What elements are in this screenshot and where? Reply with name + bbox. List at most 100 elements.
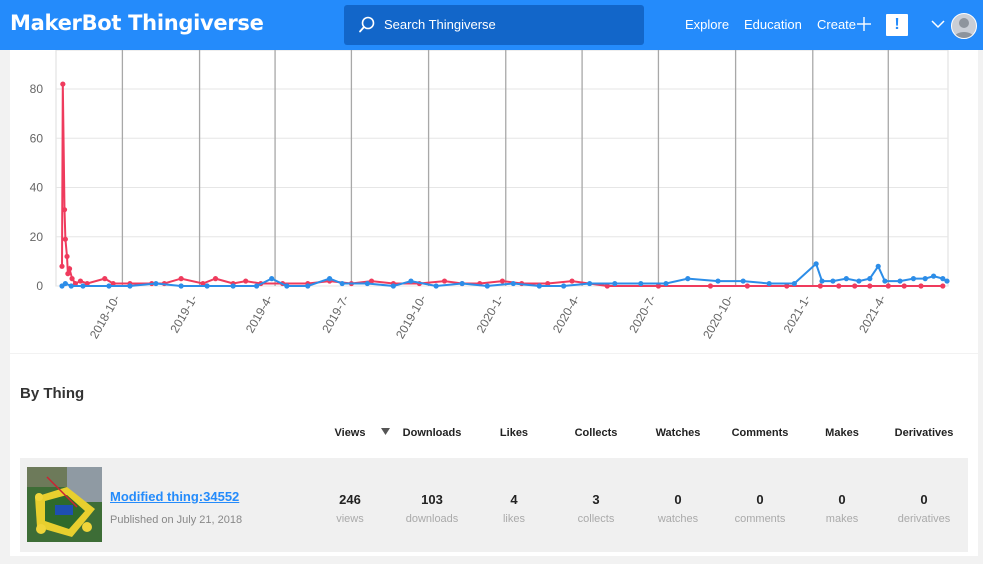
thing-name-link[interactable]: Modified thing:34552 bbox=[110, 489, 239, 504]
data-point bbox=[930, 273, 937, 279]
data-point bbox=[612, 280, 618, 287]
data-point bbox=[867, 283, 873, 289]
y-tick-label: 0 bbox=[36, 279, 43, 293]
search-input[interactable]: Search Thingiverse bbox=[344, 5, 644, 45]
column-header-likes[interactable]: Likes bbox=[474, 427, 554, 439]
thing-thumbnail[interactable] bbox=[27, 467, 102, 542]
data-point bbox=[561, 283, 567, 289]
logo-product: Thingiverse bbox=[128, 11, 264, 35]
y-tick-label: 20 bbox=[30, 230, 44, 244]
data-point bbox=[940, 283, 946, 289]
data-point bbox=[910, 276, 917, 282]
stat-watches-value: 0 bbox=[674, 492, 682, 507]
data-point bbox=[230, 283, 236, 289]
column-header-comments[interactable]: Comments bbox=[720, 427, 800, 439]
data-point bbox=[715, 278, 721, 284]
user-avatar[interactable] bbox=[951, 13, 977, 39]
nav-explore[interactable]: Explore bbox=[685, 17, 729, 32]
stat-derivatives-label: derivatives bbox=[897, 513, 951, 525]
nav-create[interactable]: Create bbox=[817, 17, 856, 32]
data-point bbox=[102, 276, 108, 282]
sort-descending-icon[interactable] bbox=[381, 428, 390, 435]
x-tick-label: 2018-10- bbox=[87, 293, 123, 342]
data-point bbox=[882, 278, 888, 284]
data-point bbox=[80, 283, 86, 289]
data-point bbox=[663, 280, 669, 287]
column-header-views[interactable]: Views bbox=[310, 427, 390, 439]
stat-watches-label: watches bbox=[657, 513, 699, 525]
y-tick-label: 60 bbox=[30, 131, 44, 145]
data-point bbox=[536, 283, 542, 289]
data-point bbox=[339, 280, 345, 287]
nav-education[interactable]: Education bbox=[744, 17, 802, 32]
thing-published-date: Published on July 21, 2018 bbox=[110, 514, 243, 526]
data-point bbox=[852, 283, 858, 289]
thing-thumbnail-image bbox=[27, 467, 102, 542]
data-point bbox=[569, 278, 575, 284]
top-navigation-bar: MakerBot Thingiverse Search Thingiverse E… bbox=[0, 0, 983, 50]
x-tick-label: 2020-7- bbox=[626, 293, 659, 336]
x-tick-label: 2019-10- bbox=[393, 293, 429, 342]
data-point bbox=[127, 283, 133, 289]
data-point bbox=[875, 263, 881, 269]
data-point bbox=[499, 278, 506, 284]
column-header-collects[interactable]: Collects bbox=[556, 427, 636, 439]
table-row: Modified thing:34552 Published on July 2… bbox=[20, 458, 968, 552]
data-point bbox=[791, 280, 797, 287]
data-point bbox=[65, 271, 71, 277]
data-point bbox=[433, 283, 439, 289]
avatar-person-icon bbox=[954, 18, 974, 38]
data-point bbox=[813, 261, 819, 267]
plus-icon[interactable] bbox=[857, 17, 871, 31]
data-point bbox=[843, 276, 849, 282]
chevron-down-icon[interactable] bbox=[931, 19, 945, 29]
data-point bbox=[408, 278, 414, 284]
column-header-downloads[interactable]: Downloads bbox=[392, 427, 472, 439]
data-point bbox=[68, 283, 74, 289]
data-point bbox=[69, 276, 75, 282]
column-header-derivatives[interactable]: Derivatives bbox=[884, 427, 964, 439]
data-point bbox=[441, 278, 448, 284]
x-tick-label: 2019-4- bbox=[243, 293, 276, 336]
data-point bbox=[459, 280, 465, 287]
stat-comments-value: 0 bbox=[756, 492, 764, 507]
data-point bbox=[744, 283, 750, 289]
data-point bbox=[817, 283, 823, 289]
stat-makes-value: 0 bbox=[838, 492, 846, 507]
data-point bbox=[707, 283, 714, 289]
stat-comments-label: comments bbox=[734, 513, 786, 525]
data-point bbox=[77, 278, 84, 284]
data-point bbox=[766, 280, 772, 287]
data-point bbox=[326, 276, 333, 282]
x-tick-label: 2019-7- bbox=[319, 293, 352, 336]
data-point bbox=[153, 280, 159, 287]
data-point bbox=[60, 81, 66, 87]
logo-brand: MakerBot bbox=[10, 11, 122, 35]
x-tick-label: 2019-1- bbox=[167, 293, 200, 336]
data-point bbox=[212, 276, 219, 282]
column-header-watches[interactable]: Watches bbox=[638, 427, 718, 439]
data-point bbox=[269, 276, 275, 282]
stat-likes-value: 4 bbox=[510, 492, 518, 507]
thingiverse-logo[interactable]: MakerBot Thingiverse bbox=[10, 11, 264, 35]
data-point bbox=[638, 280, 644, 287]
x-tick-label: 2021-1- bbox=[781, 293, 814, 336]
data-point bbox=[178, 276, 184, 282]
horizontal-scrollbar[interactable] bbox=[0, 556, 983, 564]
data-point bbox=[64, 253, 70, 260]
stat-derivatives-value: 0 bbox=[920, 492, 928, 507]
data-point bbox=[484, 283, 490, 289]
data-point bbox=[897, 278, 903, 284]
notification-alert-button[interactable]: ! bbox=[886, 14, 908, 36]
data-point bbox=[59, 263, 65, 269]
stat-likes-label: likes bbox=[502, 513, 525, 525]
data-point bbox=[836, 283, 842, 289]
data-point bbox=[178, 283, 184, 289]
data-point bbox=[740, 278, 746, 284]
column-header-makes[interactable]: Makes bbox=[802, 427, 882, 439]
x-tick-label: 2020-1- bbox=[474, 293, 507, 336]
data-point bbox=[66, 266, 73, 272]
by-thing-panel: By Thing Views Downloads Likes Collects … bbox=[10, 354, 978, 556]
stat-downloads-label: downloads bbox=[405, 513, 459, 525]
data-point bbox=[284, 283, 290, 289]
